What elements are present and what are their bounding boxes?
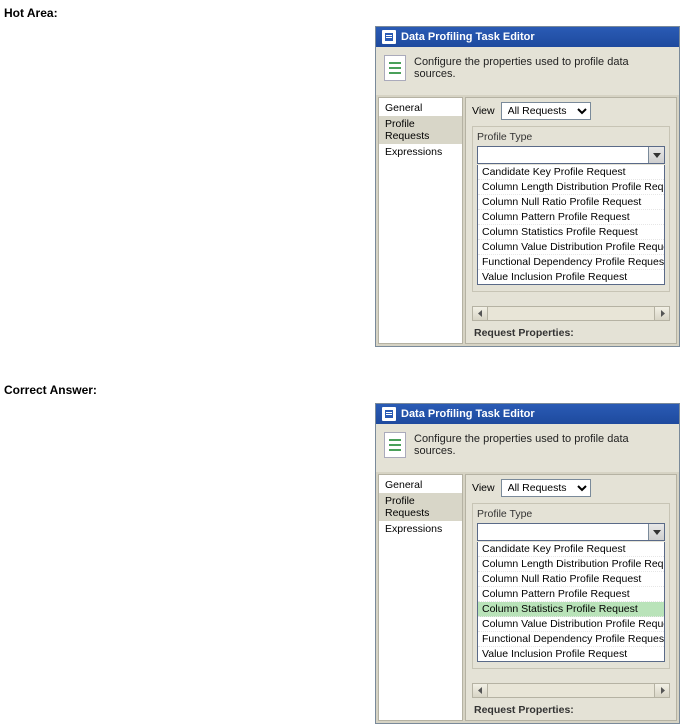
task-editor-top: Data Profiling Task Editor Configure the… xyxy=(375,26,680,347)
correct-answer-label: Correct Answer: xyxy=(0,377,686,403)
nav-item-expressions[interactable]: Expressions xyxy=(379,521,462,537)
nav-item-general[interactable]: General xyxy=(379,477,462,493)
profile-option[interactable]: Candidate Key Profile Request xyxy=(478,542,664,557)
view-select[interactable]: All Requests xyxy=(501,102,591,120)
nav-item-profile-requests[interactable]: Profile Requests xyxy=(379,493,462,521)
profile-type-group: Profile Type Candidate Key Profile Reque… xyxy=(472,126,670,292)
title-text: Data Profiling Task Editor xyxy=(401,31,535,43)
description-text: Configure the properties used to profile… xyxy=(414,56,671,80)
description-row: Configure the properties used to profile… xyxy=(376,424,679,472)
profile-type-input[interactable] xyxy=(478,524,648,540)
profile-type-label: Profile Type xyxy=(477,508,665,520)
title-bar: Data Profiling Task Editor xyxy=(376,27,679,47)
horizontal-scrollbar[interactable] xyxy=(472,683,670,698)
title-text: Data Profiling Task Editor xyxy=(401,408,535,420)
view-label: View xyxy=(472,105,495,117)
right-pane: View All Requests Profile Type Candidate… xyxy=(465,97,677,344)
profile-option[interactable]: Column Statistics Profile Request xyxy=(478,602,664,617)
left-nav: GeneralProfile RequestsExpressions xyxy=(378,474,463,721)
nav-item-general[interactable]: General xyxy=(379,100,462,116)
profile-type-input[interactable] xyxy=(478,147,648,163)
profile-type-options: Candidate Key Profile RequestColumn Leng… xyxy=(477,542,665,662)
profile-option[interactable]: Functional Dependency Profile Request xyxy=(478,632,664,647)
profile-type-group: Profile Type Candidate Key Profile Reque… xyxy=(472,503,670,669)
view-select[interactable]: All Requests xyxy=(501,479,591,497)
request-properties-label: Request Properties: xyxy=(472,321,670,343)
scroll-right-icon[interactable] xyxy=(654,307,669,320)
view-label: View xyxy=(472,482,495,494)
page-icon xyxy=(384,432,406,458)
profile-option[interactable]: Candidate Key Profile Request xyxy=(478,165,664,180)
profile-option[interactable]: Column Null Ratio Profile Request xyxy=(478,572,664,587)
scroll-left-icon[interactable] xyxy=(473,684,488,697)
combo-dropdown-button[interactable] xyxy=(648,147,664,163)
profile-option[interactable]: Value Inclusion Profile Request xyxy=(478,647,664,661)
profile-type-options: Candidate Key Profile RequestColumn Leng… xyxy=(477,165,665,285)
profile-option[interactable]: Column Pattern Profile Request xyxy=(478,210,664,225)
profile-option[interactable]: Column Statistics Profile Request xyxy=(478,225,664,240)
profile-option[interactable]: Column Length Distribution Profile Reque… xyxy=(478,557,664,572)
task-editor-bottom: Data Profiling Task Editor Configure the… xyxy=(375,403,680,724)
hot-area-label: Hot Area: xyxy=(0,0,686,26)
scroll-right-icon[interactable] xyxy=(654,684,669,697)
description-row: Configure the properties used to profile… xyxy=(376,47,679,95)
scroll-left-icon[interactable] xyxy=(473,307,488,320)
horizontal-scrollbar[interactable] xyxy=(472,306,670,321)
title-bar: Data Profiling Task Editor xyxy=(376,404,679,424)
profile-option[interactable]: Column Null Ratio Profile Request xyxy=(478,195,664,210)
profile-option[interactable]: Column Length Distribution Profile Reque… xyxy=(478,180,664,195)
document-icon xyxy=(382,407,396,421)
nav-item-expressions[interactable]: Expressions xyxy=(379,144,462,160)
request-properties-label: Request Properties: xyxy=(472,698,670,720)
profile-option[interactable]: Functional Dependency Profile Request xyxy=(478,255,664,270)
profile-option[interactable]: Column Pattern Profile Request xyxy=(478,587,664,602)
profile-option[interactable]: Value Inclusion Profile Request xyxy=(478,270,664,284)
profile-option[interactable]: Column Value Distribution Profile Reques… xyxy=(478,617,664,632)
combo-dropdown-button[interactable] xyxy=(648,524,664,540)
profile-type-combo[interactable] xyxy=(477,146,665,164)
profile-type-combo[interactable] xyxy=(477,523,665,541)
left-nav: GeneralProfile RequestsExpressions xyxy=(378,97,463,344)
document-icon xyxy=(382,30,396,44)
page-icon xyxy=(384,55,406,81)
profile-type-label: Profile Type xyxy=(477,131,665,143)
description-text: Configure the properties used to profile… xyxy=(414,433,671,457)
profile-option[interactable]: Column Value Distribution Profile Reques… xyxy=(478,240,664,255)
right-pane: View All Requests Profile Type Candidate… xyxy=(465,474,677,721)
nav-item-profile-requests[interactable]: Profile Requests xyxy=(379,116,462,144)
